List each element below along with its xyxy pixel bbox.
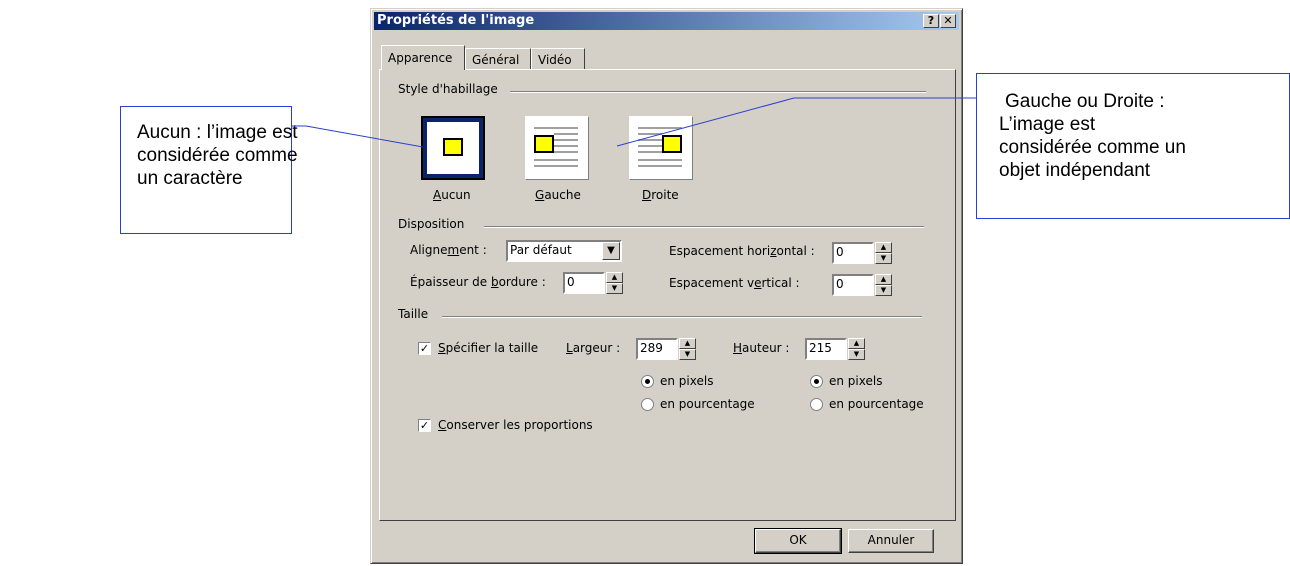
keep-proportions-label: Conserver les proportions (438, 418, 593, 432)
layout-divider (484, 226, 924, 228)
border-thickness-label: Épaisseur de bordure : (410, 275, 546, 289)
callout-gd-line2: L’image est (999, 114, 1096, 135)
spin-up-icon[interactable]: ▲ (848, 338, 865, 349)
callout-aucun-line3: un caractère (137, 168, 243, 189)
spin-up-icon[interactable]: ▲ (606, 272, 623, 283)
height-stepper[interactable]: ▲ ▼ (848, 338, 865, 360)
tab-video[interactable]: Vidéo (531, 48, 585, 69)
callout-gauche-droite: Gauche ou Droite : L’image est considéré… (976, 73, 1290, 219)
callout-gd-line3: considérée comme un (999, 137, 1186, 158)
width-label: Largeur : (566, 341, 621, 355)
height-label: Hauteur : (733, 341, 790, 355)
height-unit-pixels-radio[interactable] (810, 375, 823, 388)
spin-up-icon[interactable]: ▲ (875, 274, 892, 285)
layout-group-label: Disposition (398, 217, 465, 231)
wrap-style-group-label: Style d'habillage (398, 82, 498, 96)
wrap-droite-label: Droite (642, 188, 679, 202)
border-thickness-stepper[interactable]: ▲ ▼ (606, 272, 623, 294)
image-square-icon (662, 135, 682, 153)
chevron-down-icon[interactable]: ▼ (602, 242, 620, 260)
vertical-spacing-label: Espacement vertical : (669, 276, 800, 290)
width-unit-percent-radio[interactable] (641, 398, 654, 411)
width-stepper[interactable]: ▲ ▼ (679, 338, 696, 360)
width-input[interactable]: 289 (636, 338, 678, 360)
specify-size-label: Spécifier la taille (438, 341, 539, 355)
spin-down-icon[interactable]: ▼ (875, 285, 892, 296)
callout-aucun-line1: Aucun : l’image est (137, 122, 298, 143)
vertical-spacing-input[interactable]: 0 (832, 274, 874, 296)
image-square-icon (443, 138, 463, 156)
height-input[interactable]: 215 (805, 338, 847, 360)
callout-aucun: Aucun : l’image est considérée comme un … (120, 106, 298, 234)
callout-gd-line4: objet indépendant (999, 160, 1151, 181)
specify-size-checkbox[interactable]: ✓ (418, 342, 431, 355)
size-divider (442, 316, 922, 318)
ok-button[interactable]: OK (754, 528, 842, 554)
wrap-droite-button[interactable] (629, 116, 693, 180)
size-group-label: Taille (398, 307, 429, 321)
alignment-select[interactable]: Par défaut ▼ (506, 240, 622, 262)
callout-aucun-line2: considérée comme (137, 145, 298, 166)
spin-down-icon[interactable]: ▼ (679, 349, 696, 360)
tab-apparence[interactable]: Apparence (381, 45, 465, 70)
border-thickness-input[interactable]: 0 (563, 272, 605, 294)
help-button[interactable]: ? (923, 14, 939, 28)
width-unit-pixels-radio[interactable] (641, 375, 654, 388)
spin-up-icon[interactable]: ▲ (875, 242, 892, 253)
image-properties-dialog: Propriétés de l'image ? ✕ Apparence Géné… (370, 8, 963, 564)
tab-general[interactable]: Général (465, 48, 531, 69)
callout-gd-line1: Gauche ou Droite : (1005, 91, 1165, 112)
image-square-icon (534, 135, 554, 153)
height-unit-pixels-label: en pixels (829, 374, 883, 388)
height-unit-percent-label: en pourcentage (829, 397, 924, 411)
wrap-gauche-label: Gauche (535, 188, 581, 202)
vertical-spacing-stepper[interactable]: ▲ ▼ (875, 274, 892, 296)
spin-down-icon[interactable]: ▼ (606, 283, 623, 294)
wrap-style-divider (510, 91, 926, 93)
horizontal-spacing-label: Espacement horizontal : (669, 244, 815, 258)
wrap-gauche-button[interactable] (525, 116, 589, 180)
height-unit-percent-radio[interactable] (810, 398, 823, 411)
wrap-aucun-button[interactable] (421, 116, 485, 180)
horizontal-spacing-input[interactable]: 0 (832, 242, 874, 264)
wrap-aucun-preview (427, 122, 479, 174)
wrap-aucun-label: Aucun (433, 188, 471, 202)
horizontal-spacing-stepper[interactable]: ▲ ▼ (875, 242, 892, 264)
alignment-label: Alignement : (410, 243, 487, 257)
close-button[interactable]: ✕ (940, 14, 956, 28)
spin-down-icon[interactable]: ▼ (875, 253, 892, 264)
spin-up-icon[interactable]: ▲ (679, 338, 696, 349)
width-unit-pixels-label: en pixels (660, 374, 714, 388)
alignment-value: Par défaut (510, 243, 572, 257)
title-bar: Propriétés de l'image ? ✕ (374, 12, 959, 30)
spin-down-icon[interactable]: ▼ (848, 349, 865, 360)
keep-proportions-checkbox[interactable]: ✓ (418, 419, 431, 432)
dialog-title: Propriétés de l'image (377, 13, 535, 28)
cancel-button[interactable]: Annuler (848, 529, 934, 553)
tab-panel-apparence: Style d'habillage Aucun Gauche Droite Di… (379, 69, 956, 521)
width-unit-percent-label: en pourcentage (660, 397, 755, 411)
